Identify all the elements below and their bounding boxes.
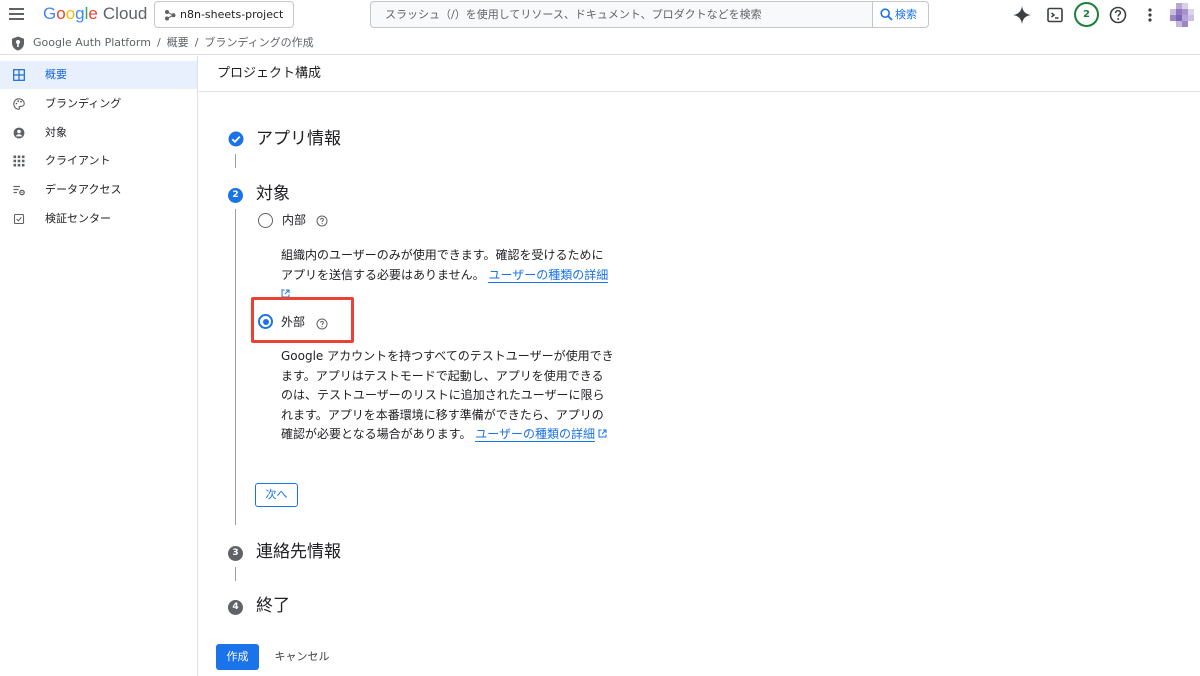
sidebar: 概要 ブランディング 対象 クライアント データアクセス 検証センター (0, 56, 198, 676)
shield-icon (12, 36, 24, 51)
step-number-2: 2 (228, 188, 243, 203)
help-circle-icon[interactable] (316, 215, 328, 227)
search-icon (880, 8, 893, 21)
search-button[interactable]: 検索 (872, 1, 929, 28)
top-app-bar: Google Cloud n8n-sheets-project スラッシュ（/）を… (0, 0, 1200, 31)
project-name: n8n-sheets-project (180, 8, 284, 21)
apps-grid-icon (13, 155, 25, 167)
step-active-connector (235, 209, 236, 525)
checkbox-icon (13, 213, 25, 225)
sidebar-item-branding[interactable]: ブランディング (0, 90, 197, 118)
sidebar-item-clients[interactable]: クライアント (0, 147, 197, 175)
page-title: プロジェクト構成 (217, 66, 322, 81)
account-avatar[interactable] (1170, 3, 1194, 27)
step-title-finish: 終了 (256, 596, 290, 616)
external-description: Google アカウントを持つすべてのテストユーザーが使用でき ます。アプリはテ… (281, 349, 614, 442)
palette-icon (13, 98, 25, 110)
project-nodes-icon (165, 10, 176, 21)
data-settings-icon (13, 185, 25, 196)
sidebar-item-data-access[interactable]: データアクセス (0, 176, 197, 204)
internal-radio[interactable] (258, 213, 273, 228)
help-icon[interactable] (1108, 5, 1128, 25)
external-user-type-link[interactable]: ユーザーの種類の詳細 (475, 427, 596, 442)
search-placeholder: スラッシュ（/）を使用してリソース、ドキュメント、プロダクトなどを検索 (385, 8, 762, 21)
internal-description: 組織内のユーザーのみが使用できます。確認を受けるために アプリを送信する必要はあ… (281, 248, 609, 283)
more-vert-icon[interactable] (1140, 5, 1160, 25)
breadcrumb: Google Auth Platform / 概要 / ブランディングの作成 (0, 31, 1200, 55)
search-input[interactable]: スラッシュ（/）を使用してリソース、ドキュメント、プロダクトなどを検索 (370, 1, 872, 28)
next-button[interactable]: 次へ (255, 483, 298, 507)
step-completed-check-icon (228, 131, 244, 147)
internal-user-type-link[interactable]: ユーザーの種類の詳細 (488, 267, 609, 283)
step-connector (235, 154, 236, 168)
step-title-contact-info: 連絡先情報 (256, 542, 341, 562)
sidebar-item-verification-center[interactable]: 検証センター (0, 205, 197, 233)
notification-badge[interactable]: 2 (1074, 2, 1099, 27)
sidebar-item-overview[interactable]: 概要 (0, 61, 197, 89)
sidebar-item-audience[interactable]: 対象 (0, 119, 197, 147)
step-title-app-info[interactable]: アプリ情報 (256, 128, 341, 150)
project-picker-button[interactable]: n8n-sheets-project (154, 1, 294, 28)
breadcrumb-item-overview[interactable]: 概要 (167, 36, 189, 49)
step-title-audience: 対象 (256, 184, 290, 204)
highlight-box (251, 297, 354, 343)
title-divider (199, 91, 1200, 92)
breadcrumb-item-branding-create: ブランディングの作成 (204, 36, 314, 49)
open-in-new-icon[interactable] (598, 429, 607, 438)
cancel-button[interactable]: キャンセル (270, 644, 334, 670)
step-connector (235, 567, 236, 581)
dashboard-icon (13, 69, 25, 81)
main-menu-icon[interactable] (9, 8, 24, 20)
step-number-3: 3 (228, 546, 243, 561)
google-cloud-logo[interactable]: Google Cloud (43, 4, 147, 24)
person-icon (13, 127, 25, 139)
step-number-4: 4 (228, 600, 243, 615)
create-button[interactable]: 作成 (216, 644, 259, 670)
cloud-shell-icon[interactable] (1045, 5, 1065, 25)
internal-label[interactable]: 内部 (282, 212, 306, 228)
breadcrumb-item-auth-platform[interactable]: Google Auth Platform (33, 36, 151, 49)
gemini-sparkle-icon[interactable] (1012, 5, 1032, 25)
